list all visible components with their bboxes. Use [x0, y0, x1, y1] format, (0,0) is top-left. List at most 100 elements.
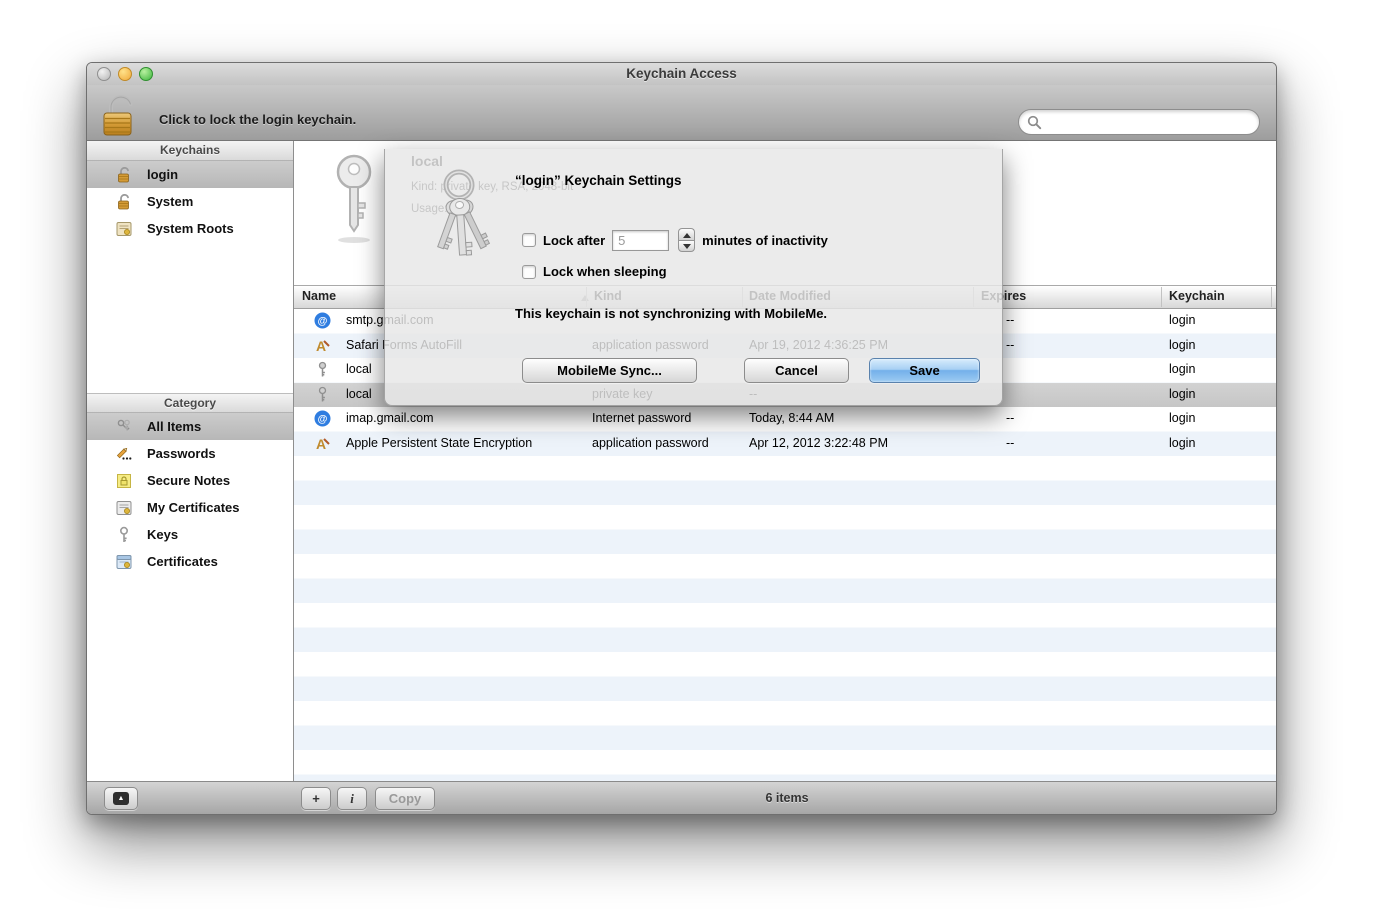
sidebar-item-all-items[interactable]: All Items — [87, 413, 293, 440]
cell-keychain: login — [1169, 411, 1195, 425]
sidebar-item-passwords[interactable]: Passwords — [87, 440, 293, 467]
svg-text:A: A — [316, 436, 326, 452]
lock-after-label: Lock after — [543, 233, 605, 248]
category-group-header: Category — [87, 393, 293, 413]
secure-note-icon — [115, 472, 133, 490]
mobileme-sync-button[interactable]: MobileMe Sync... — [522, 358, 697, 383]
lock-sleep-row: Lock when sleeping — [522, 264, 667, 279]
sidebar-item-label: System — [147, 194, 193, 209]
lock-when-sleeping-label: Lock when sleeping — [543, 264, 667, 279]
sidebar-item-label: Certificates — [147, 554, 218, 569]
sidebar-item-label: login — [147, 167, 178, 182]
sidebar-item-label: Secure Notes — [147, 473, 230, 488]
column-divider[interactable] — [1271, 287, 1272, 307]
sidebar-item-system-roots[interactable]: System Roots — [87, 215, 293, 242]
table-row[interactable]: A Apple Persistent State Encryption appl… — [294, 432, 1276, 457]
keychains-group-header: Keychains — [87, 141, 293, 161]
lock-after-row: Lock after 5 minutes of inactivity — [522, 228, 828, 252]
unlocked-padlock-icon — [115, 166, 133, 184]
stepper-up-button[interactable] — [678, 228, 695, 240]
sidebar-item-certificates[interactable]: Certificates — [87, 548, 293, 575]
lock-when-sleeping-checkbox[interactable] — [522, 265, 536, 279]
cell-kind: application password — [592, 436, 709, 450]
search-input[interactable] — [1047, 112, 1247, 132]
cell-date: Apr 12, 2012 3:22:48 PM — [749, 436, 888, 450]
cell-expires: -- — [1006, 411, 1014, 425]
sidebar-item-secure-notes[interactable]: Secure Notes — [87, 467, 293, 494]
application-password-icon: A — [314, 435, 331, 452]
title-bar[interactable]: Keychain Access — [87, 63, 1276, 85]
cell-keychain: login — [1169, 436, 1195, 450]
minutes-of-inactivity-label: minutes of inactivity — [702, 233, 828, 248]
pencil-icon — [115, 445, 133, 463]
key-icon — [314, 386, 331, 403]
main-area: Keychains login — [87, 141, 1276, 783]
keys-bunch-icon — [422, 165, 496, 267]
lock-after-checkbox[interactable] — [522, 233, 536, 247]
sidebar: Keychains login — [87, 141, 294, 783]
sidebar-item-label: Keys — [147, 527, 178, 542]
cell-date: Today, 8:44 AM — [749, 411, 834, 425]
cell-keychain: login — [1169, 362, 1195, 376]
unlocked-padlock-icon — [97, 91, 143, 139]
lock-status-text: Click to lock the login keychain. — [159, 112, 356, 127]
cell-expires: -- — [1006, 313, 1014, 327]
info-button[interactable]: i — [337, 787, 367, 810]
key-bunch-icon — [115, 418, 133, 436]
cell-kind: Internet password — [592, 411, 691, 425]
cell-expires: -- — [1006, 436, 1014, 450]
search-field[interactable] — [1018, 109, 1260, 135]
toolbar: Click to lock the login keychain. — [87, 85, 1276, 141]
sync-status-message: This keychain is not synchronizing with … — [515, 306, 827, 321]
svg-text:@: @ — [318, 414, 328, 425]
key-icon — [115, 526, 133, 544]
sidebar-item-label: All Items — [147, 419, 201, 434]
sidebar-item-my-certificates[interactable]: My Certificates — [87, 494, 293, 521]
svg-text:A: A — [316, 338, 326, 354]
sidebar-item-label: System Roots — [147, 221, 234, 236]
svg-text:@: @ — [318, 316, 328, 327]
cell-name: local — [346, 387, 372, 401]
column-divider[interactable] — [1161, 287, 1162, 307]
certificate-icon — [115, 220, 133, 238]
sidebar-item-keys[interactable]: Keys — [87, 521, 293, 548]
cell-keychain: login — [1169, 313, 1195, 327]
internet-password-icon: @ — [314, 312, 331, 329]
cancel-button[interactable]: Cancel — [744, 358, 849, 383]
large-key-icon — [326, 153, 384, 245]
unlocked-padlock-icon — [115, 193, 133, 211]
table-row[interactable]: @ imap.gmail.com Internet password Today… — [294, 407, 1276, 432]
window-title: Keychain Access — [87, 66, 1276, 81]
cell-name: imap.gmail.com — [346, 411, 434, 425]
certificate-icon — [115, 499, 133, 517]
copy-button[interactable]: Copy — [375, 787, 435, 810]
items-count: 6 items — [587, 791, 987, 805]
minutes-input[interactable]: 5 — [612, 230, 669, 251]
certificate-blue-icon — [115, 553, 133, 571]
collapse-icon: ▲ — [113, 792, 129, 805]
cell-keychain: login — [1169, 387, 1195, 401]
sidebar-item-login[interactable]: login — [87, 161, 293, 188]
cell-name: local — [346, 362, 372, 376]
sidebar-item-label: My Certificates — [147, 500, 239, 515]
sheet-title: “login” Keychain Settings — [515, 173, 682, 188]
sidebar-item-label: Passwords — [147, 446, 216, 461]
cell-name: Apple Persistent State Encryption — [346, 436, 532, 450]
minutes-stepper — [678, 228, 695, 252]
toggle-keychains-button[interactable]: ▲ — [104, 787, 138, 810]
cell-keychain: login — [1169, 338, 1195, 352]
key-icon — [314, 361, 331, 378]
status-bar: ▲ + i Copy 6 items — [87, 781, 1276, 814]
internet-password-icon: @ — [314, 410, 331, 427]
stepper-down-button[interactable] — [678, 240, 695, 253]
column-header-keychain[interactable]: Keychain — [1169, 289, 1225, 303]
lock-toggle-button[interactable] — [97, 91, 143, 139]
column-header-name[interactable]: Name — [302, 289, 336, 303]
content-area: local Kind: private key, RSA, 2048-bit U… — [294, 141, 1276, 783]
application-password-icon: A — [314, 337, 331, 354]
add-item-button[interactable]: + — [301, 787, 331, 810]
save-button[interactable]: Save — [869, 358, 980, 383]
keychain-settings-sheet: “login” Keychain Settings Lock after 5 m… — [384, 149, 1003, 406]
sidebar-item-system[interactable]: System — [87, 188, 293, 215]
search-icon — [1027, 115, 1042, 130]
